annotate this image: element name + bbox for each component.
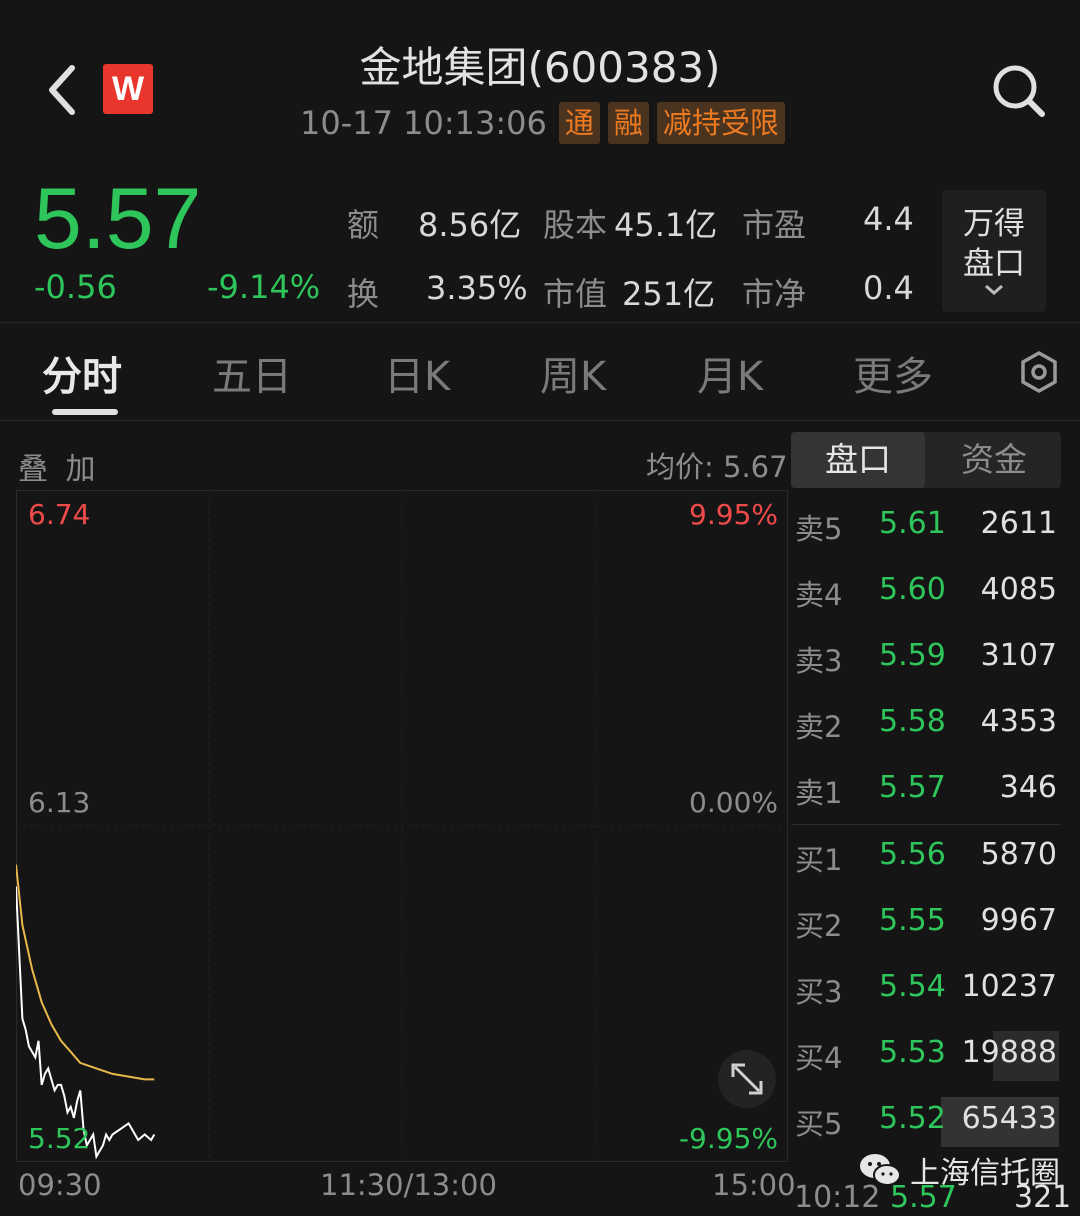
wande-label-1: 万得 [963, 206, 1025, 242]
stat-value-pe: 4.4 [863, 200, 914, 238]
bid-price: 5.55 [879, 903, 946, 938]
divider [0, 420, 1080, 421]
tab-order-book[interactable]: 盘口 [791, 432, 925, 488]
stat-value-mktcap: 251亿 [622, 275, 716, 313]
x-label-open: 09:30 [18, 1168, 102, 1202]
ask-label: 卖3 [795, 644, 843, 678]
bid-label: 买1 [795, 843, 843, 877]
y-right-mid-label: 0.00% [689, 786, 778, 819]
price-change: -0.56 [34, 268, 117, 306]
ask-label: 卖2 [795, 710, 843, 744]
price-change-pct: -9.14% [207, 268, 321, 306]
y-right-top-label: 9.95% [689, 498, 778, 531]
bid-volume: 10237 [961, 969, 1057, 1004]
watermark: 上海信托圈 [858, 1150, 1060, 1191]
ask-volume: 4085 [980, 572, 1057, 607]
wechat-icon [860, 1154, 901, 1186]
wande-orderbook-button[interactable]: 万得 盘口 [942, 190, 1046, 312]
tab-daily-k[interactable]: 日K [384, 344, 450, 402]
ask-label: 卖1 [795, 776, 843, 810]
ask-label: 卖4 [795, 578, 843, 612]
gear-icon [1021, 350, 1057, 394]
ask-price: 5.59 [879, 638, 946, 673]
ask-price: 5.60 [879, 572, 946, 607]
current-price: 5.57 [34, 171, 202, 267]
stat-label-shares: 股本 [543, 206, 608, 244]
divider [0, 322, 1080, 323]
overlay-button[interactable]: 叠 加 [18, 444, 100, 488]
expand-icon [731, 1063, 763, 1095]
chart-settings-button[interactable] [1019, 350, 1059, 394]
stat-value-shares: 45.1亿 [614, 206, 718, 244]
ask-volume: 346 [999, 770, 1057, 805]
stat-label-amount: 额 [347, 206, 380, 244]
intraday-chart[interactable]: 6.74 6.13 5.52 9.95% 0.00% -9.95% [16, 490, 788, 1162]
y-right-bottom-label: -9.95% [679, 1122, 778, 1155]
bid-row-3: 买3 5.54 10237 [791, 957, 1059, 1023]
ask-row-3: 卖3 5.59 3107 [791, 626, 1059, 692]
tag-rong[interactable]: 融 [607, 102, 649, 144]
page-title: 金地集团(600383) [359, 43, 721, 92]
tab-intraday[interactable]: 分时 [42, 344, 122, 402]
search-icon [993, 65, 1045, 117]
price-line [16, 886, 156, 1160]
y-left-bottom-label: 5.52 [28, 1122, 90, 1155]
bid-label: 买4 [795, 1041, 843, 1075]
average-price: 均价: 5.67 [646, 450, 788, 484]
stat-label-pe: 市盈 [742, 206, 807, 244]
quote-timestamp: 10-17 10:13:06 [300, 104, 547, 142]
bid-volume: 9967 [980, 903, 1057, 938]
bid-price: 5.56 [879, 837, 946, 872]
ask-label: 卖5 [795, 512, 843, 546]
ask-volume: 4353 [980, 704, 1057, 739]
bid-label: 买3 [795, 975, 843, 1009]
tab-active-indicator [52, 409, 118, 415]
ask-volume: 2611 [980, 506, 1057, 541]
bid-row-5: 买5 5.52 65433 [791, 1089, 1059, 1155]
tab-five-day[interactable]: 五日 [212, 344, 292, 402]
bid-price: 5.53 [879, 1035, 946, 1070]
tag-tong[interactable]: 通 [558, 102, 600, 144]
ask-row-5: 卖5 5.61 2611 [791, 494, 1059, 560]
ask-row-2: 卖2 5.58 4353 [791, 692, 1059, 758]
ask-volume: 3107 [980, 638, 1057, 673]
bid-row-2: 买2 5.55 9967 [791, 891, 1059, 957]
chevron-down-icon [985, 284, 1003, 295]
subtitle-row: 10-17 10:13:06 通 融 减持受限 [300, 100, 785, 146]
tab-monthly-k[interactable]: 月K [697, 344, 763, 402]
bid-label: 买2 [795, 909, 843, 943]
bid-volume: 5870 [980, 837, 1057, 872]
tag-reduction-limited[interactable]: 减持受限 [656, 102, 785, 144]
y-left-top-label: 6.74 [28, 498, 90, 531]
tab-weekly-k[interactable]: 周K [540, 344, 606, 402]
bid-row-4: 买4 5.53 19888 [791, 1023, 1059, 1089]
stat-label-turnover: 换 [347, 275, 380, 313]
ask-row-1: 卖1 5.57 346 [791, 758, 1059, 824]
tab-fund-flow[interactable]: 资金 [927, 432, 1061, 488]
tab-more[interactable]: 更多 [853, 344, 933, 402]
ask-price: 5.61 [879, 506, 946, 541]
bid-row-1: 买1 5.56 5870 [791, 825, 1059, 891]
watermark-text: 上海信托圈 [910, 1156, 1060, 1191]
wande-label-2: 盘口 [963, 246, 1025, 282]
fullscreen-button[interactable] [718, 1050, 776, 1108]
ask-row-4: 卖4 5.60 4085 [791, 560, 1059, 626]
stat-value-amount: 8.56亿 [418, 206, 522, 244]
x-label-close: 15:00 [712, 1168, 796, 1202]
stat-label-mktcap: 市值 [543, 275, 608, 313]
stat-value-pb: 0.4 [863, 269, 914, 307]
y-left-mid-label: 6.13 [28, 786, 90, 819]
stat-value-turnover: 3.35% [426, 269, 528, 307]
panel-tabs: 盘口 资金 [791, 432, 1061, 488]
stat-label-pb: 市净 [742, 275, 807, 313]
bid-price: 5.52 [879, 1101, 946, 1136]
search-button[interactable] [990, 62, 1048, 120]
bid-volume: 65433 [961, 1101, 1057, 1136]
bid-volume: 19888 [961, 1035, 1057, 1070]
bid-label: 买5 [795, 1107, 843, 1141]
ask-price: 5.58 [879, 704, 946, 739]
ask-price: 5.57 [879, 770, 946, 805]
bid-price: 5.54 [879, 969, 946, 1004]
x-label-midday: 11:30/13:00 [320, 1168, 497, 1202]
